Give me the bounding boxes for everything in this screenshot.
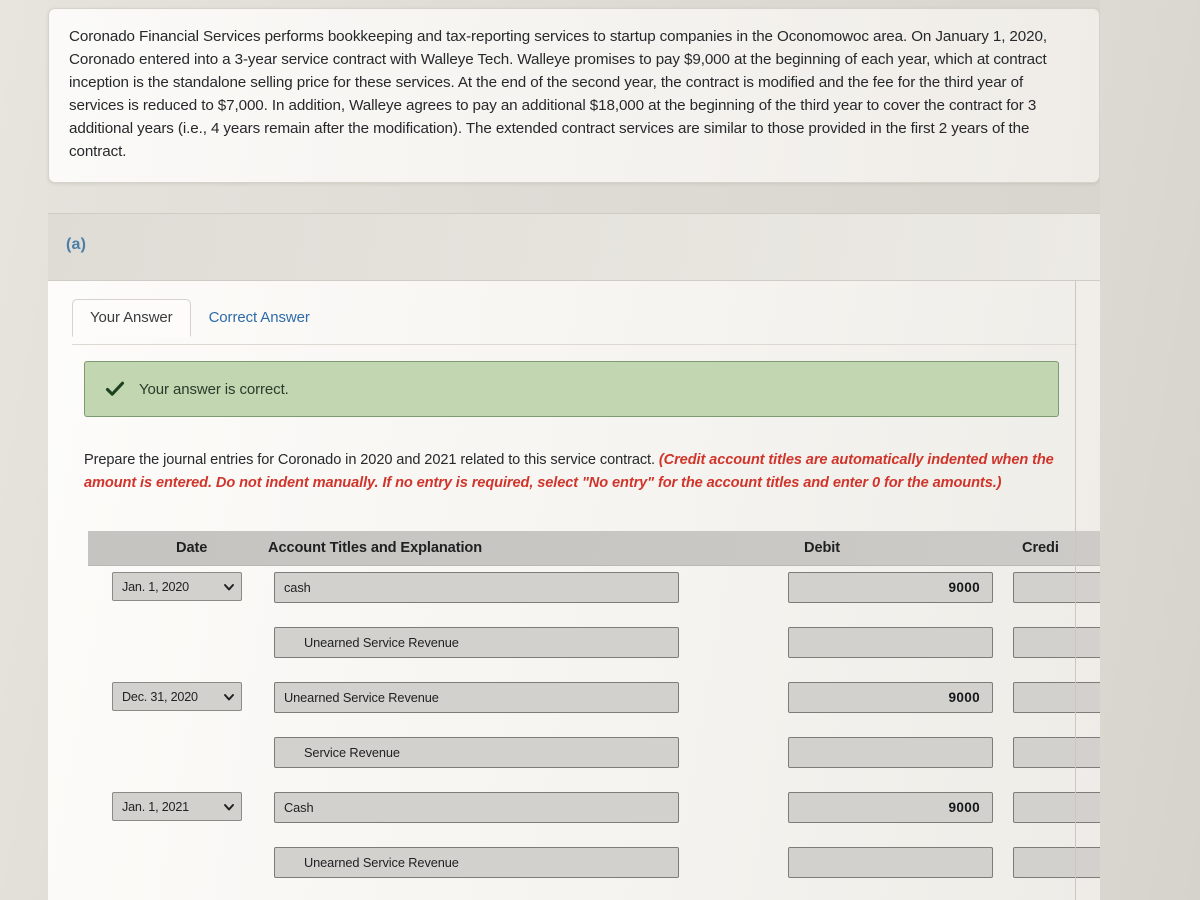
debit-amount-value: 9000 [948,580,980,595]
chevron-down-icon [224,583,234,590]
credit-amount-input[interactable] [1013,682,1100,713]
answer-card: Your Answer Correct Answer Your answer i… [48,281,1100,900]
account-title-input[interactable]: Cash [274,792,679,823]
account-title-value: Service Revenue [304,745,400,760]
journal-entry-table: Date Account Titles and Explanation Debi… [88,531,1100,896]
date-select-value: Dec. 31, 2020 [122,689,198,704]
page-right-margin [1100,0,1200,900]
problem-statement-text: Coronado Financial Services performs boo… [69,28,1047,161]
debit-amount-value: 9000 [948,800,980,815]
table-row: Unearned Service Revenue [88,841,1100,896]
account-title-input[interactable]: Unearned Service Revenue [274,682,679,713]
date-select[interactable]: Dec. 31, 2020 [112,682,242,711]
column-header-account: Account Titles and Explanation [268,540,483,556]
tab-your-answer[interactable]: Your Answer [72,299,191,337]
account-title-input[interactable]: Unearned Service Revenue [274,847,679,878]
date-select[interactable]: Jan. 1, 2021 [112,792,242,821]
page-left-margin [0,0,48,900]
debit-amount-value: 9000 [948,690,980,705]
account-title-value: Unearned Service Revenue [304,635,459,650]
account-title-input[interactable]: cash [274,572,679,603]
debit-amount-input[interactable] [788,847,993,878]
credit-amount-input[interactable] [1013,572,1100,603]
problem-statement-panel: Coronado Financial Services performs boo… [48,8,1100,183]
exercise-page: Coronado Financial Services performs boo… [0,0,1200,900]
account-title-value: Cash [284,800,314,815]
chevron-down-icon [224,803,234,810]
answer-tabs: Your Answer Correct Answer [72,297,1072,337]
journal-rows-container: Jan. 1, 2020 cash 9000 Unearned Service Rev… [88,566,1100,896]
account-title-input[interactable]: Unearned Service Revenue [274,627,679,658]
debit-amount-input[interactable]: 9000 [788,792,993,823]
credit-amount-input[interactable] [1013,627,1100,658]
journal-table-header-row: Date Account Titles and Explanation Debi… [88,531,1100,566]
date-select-value: Jan. 1, 2020 [122,579,189,594]
credit-amount-input[interactable] [1013,792,1100,823]
tab-correct-answer[interactable]: Correct Answer [191,299,328,337]
account-title-input[interactable]: Service Revenue [274,737,679,768]
credit-amount-input[interactable] [1013,737,1100,768]
column-header-date: Date [176,540,208,556]
answer-status-text: Your answer is correct. [139,380,289,398]
answer-card-right-edge [1075,281,1076,900]
date-select-value: Jan. 1, 2021 [122,799,189,814]
account-title-value: Unearned Service Revenue [284,690,439,705]
instructions-text: Prepare the journal entries for Coronado… [84,449,1059,495]
account-title-value: cash [284,580,311,595]
table-row: Service Revenue [88,731,1100,786]
chevron-down-icon [224,693,234,700]
debit-amount-input[interactable] [788,627,993,658]
table-row: Unearned Service Revenue [88,621,1100,676]
column-header-debit: Debit [804,540,840,556]
debit-amount-input[interactable]: 9000 [788,572,993,603]
column-header-credit: Credi [1022,540,1059,556]
check-icon [105,381,125,396]
date-select[interactable]: Jan. 1, 2020 [112,572,242,601]
part-label: (a) [66,236,87,253]
part-section-band: (a) [48,213,1100,281]
credit-amount-input[interactable] [1013,847,1100,878]
debit-amount-input[interactable]: 9000 [788,682,993,713]
table-row: Jan. 1, 2020 cash 9000 [88,566,1100,621]
answer-status-banner: Your answer is correct. [84,361,1059,417]
table-row: Jan. 1, 2021 Cash 9000 [88,786,1100,841]
tabs-underline [72,344,1077,345]
account-title-value: Unearned Service Revenue [304,855,459,870]
table-row: Dec. 31, 2020 Unearned Service Revenue 900… [88,676,1100,731]
instructions-lead: Prepare the journal entries for Coronado… [84,452,659,468]
debit-amount-input[interactable] [788,737,993,768]
